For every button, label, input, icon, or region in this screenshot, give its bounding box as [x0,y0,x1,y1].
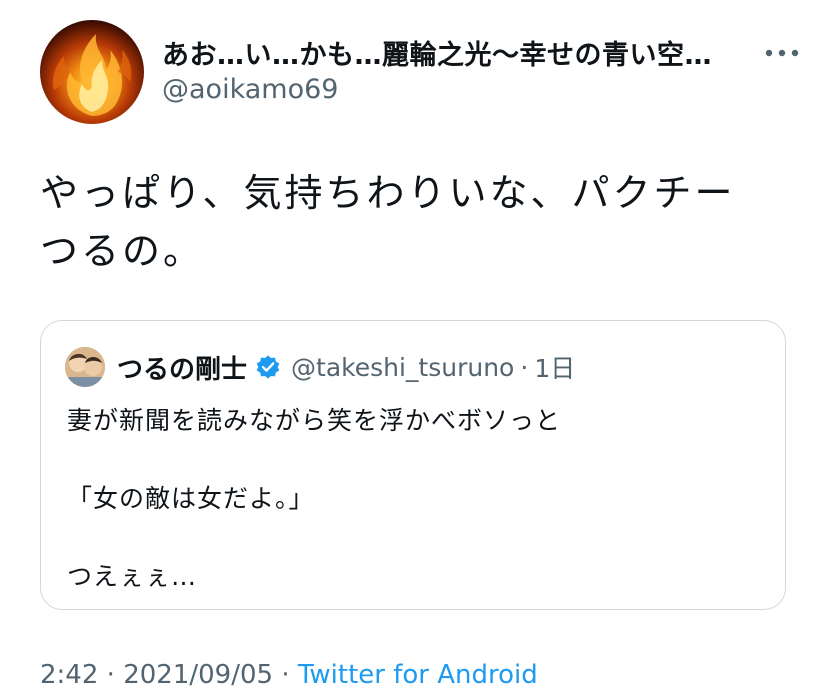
quote-text-line: 「女の敵は女だよ。」 [67,484,315,513]
flame-avatar-icon[interactable] [40,20,144,124]
quoted-tweet-card[interactable]: つるの剛士 @takeshi_tsuruno · 1日 妻が新聞を読みながら笑を… [40,320,786,610]
meta-separator: · [281,660,290,690]
tweet-meta: 2:42 · 2021/09/05 · Twitter for Android [40,660,538,690]
quote-text-line: 妻が新聞を読みながら笑を浮かべボソっと [67,406,562,435]
quote-author-handle[interactable]: @takeshi_tsuruno [291,353,514,382]
quote-text-line: つえぇぇ… [67,562,198,591]
author-name-row: あお…い…かも…麗輪之光〜幸せの青い空… [162,30,802,74]
verified-badge-icon [255,354,281,380]
meta-separator: · [106,660,115,690]
quote-avatar [65,347,105,387]
author-handle[interactable]: @aoikamo69 [162,74,338,105]
tweet-source-link[interactable]: Twitter for Android [298,660,538,690]
quote-author-name[interactable]: つるの剛士 [117,349,247,386]
quote-timestamp[interactable]: 1日 [534,349,575,385]
tweet-date[interactable]: 2021/09/05 [123,660,273,690]
tweet-text-line: やっぱり、気持ちわりいな、パクチー [40,171,736,215]
tweet-time[interactable]: 2:42 [40,660,98,690]
quote-header: つるの剛士 @takeshi_tsuruno · 1日 [117,345,575,389]
more-dots-icon[interactable] [762,38,802,68]
tweet-text-line: つるの。 [40,229,205,273]
tweet: あお…い…かも…麗輪之光〜幸せの青い空… @aoikamo69 やっぱり、気持ち… [0,0,827,700]
quote-separator: · [520,352,529,382]
author-display-name[interactable]: あお…い…かも…麗輪之光〜幸せの青い空… [162,33,712,72]
tweet-text: やっぱり、気持ちわりいな、パクチー つるの。 [40,164,800,280]
